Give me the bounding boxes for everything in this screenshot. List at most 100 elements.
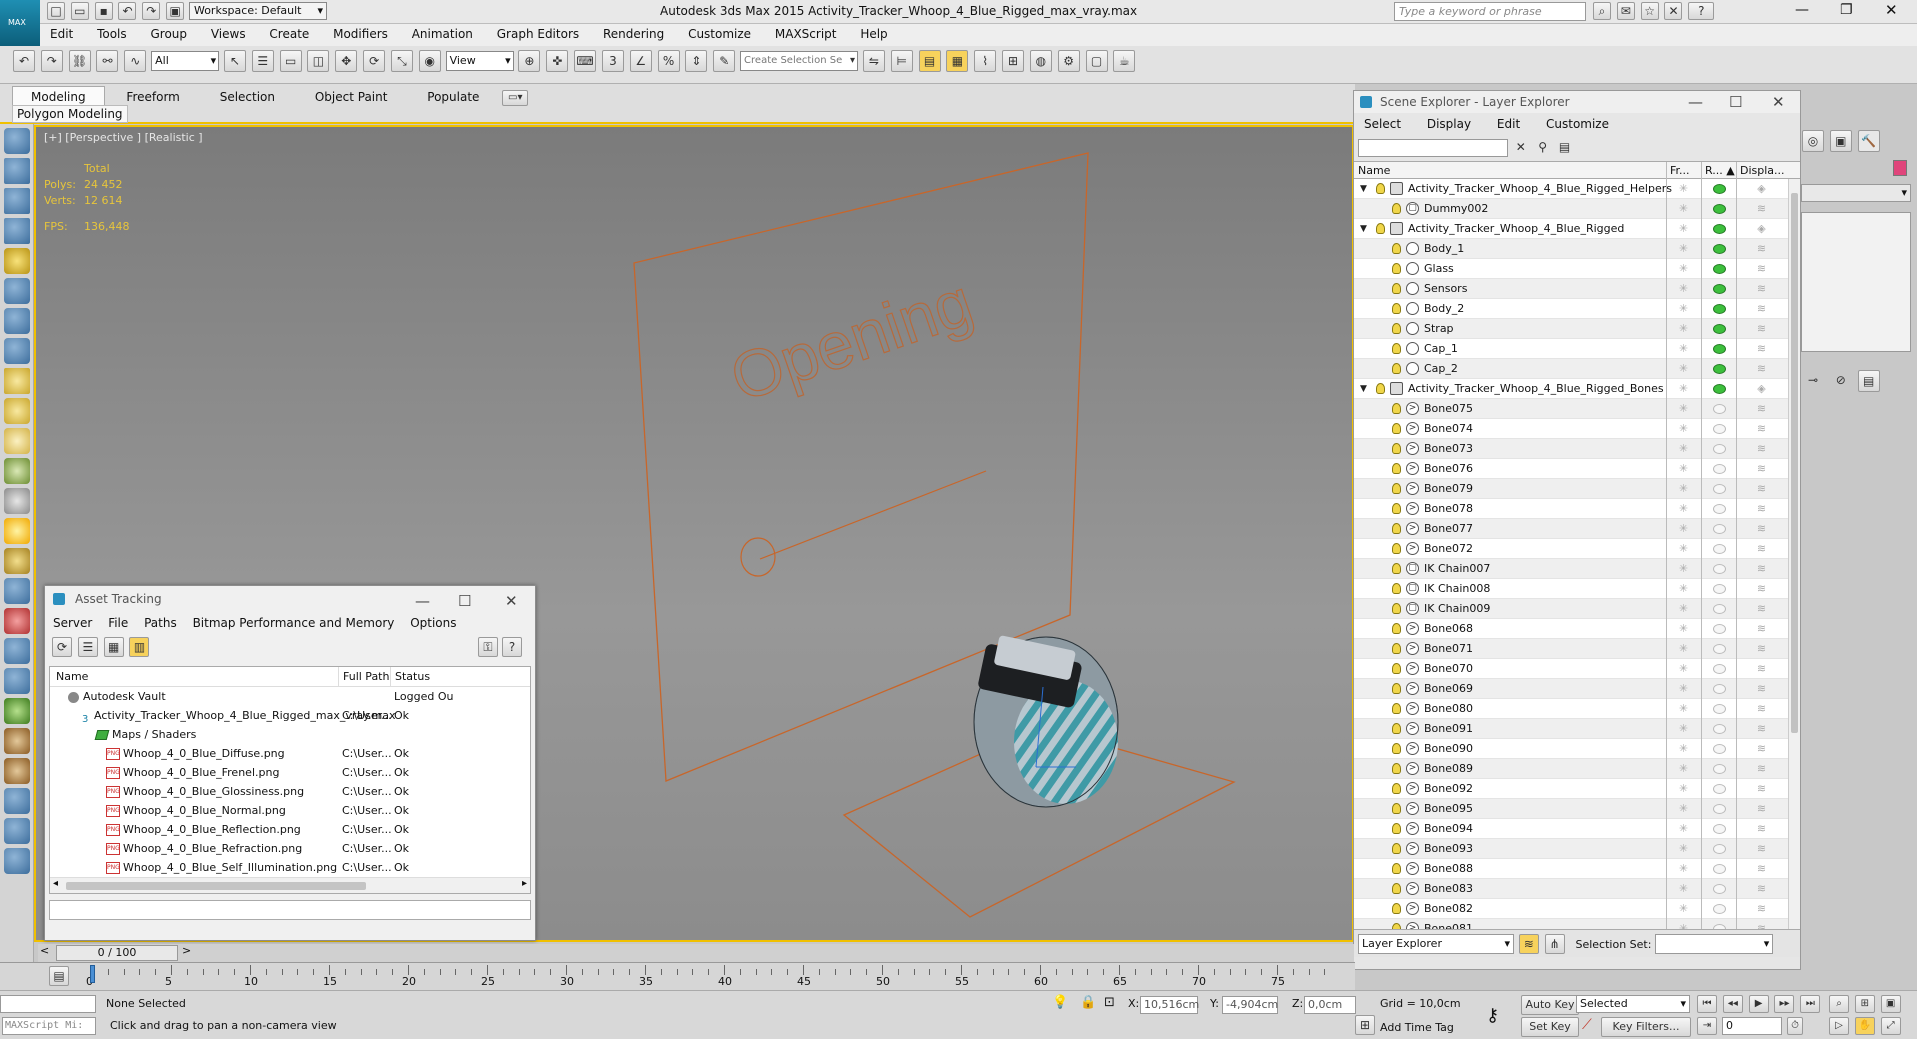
column-name[interactable]: Name bbox=[1358, 162, 1390, 180]
zoom-all-icon[interactable]: ⊞ bbox=[1854, 995, 1875, 1013]
z-coordinate-field[interactable]: 0,0cm bbox=[1304, 996, 1356, 1014]
app-logo[interactable]: MAX bbox=[0, 0, 40, 46]
visibility-bulb-icon[interactable] bbox=[1392, 703, 1401, 714]
display-toggle-icon[interactable]: ◈ bbox=[1736, 179, 1786, 199]
camera-icon[interactable] bbox=[4, 338, 30, 364]
asset-menu-bitmap[interactable]: Bitmap Performance and Memory bbox=[193, 616, 395, 630]
menu-help[interactable]: Help bbox=[850, 24, 897, 44]
pivot-center-icon[interactable]: ⊕ bbox=[518, 50, 541, 72]
ribbon-tab-modeling[interactable]: Modeling bbox=[12, 86, 105, 107]
display-toggle-icon[interactable]: ≋ bbox=[1736, 459, 1786, 479]
minimize-icon[interactable]: — bbox=[1688, 91, 1703, 113]
freeze-toggle-icon[interactable]: ✳ bbox=[1666, 799, 1700, 819]
character-icon[interactable] bbox=[4, 638, 30, 664]
object-row[interactable]: > Bone081 ✳ ≋ bbox=[1354, 919, 1800, 929]
visibility-bulb-icon[interactable] bbox=[1392, 843, 1401, 854]
display-toggle-icon[interactable]: ≋ bbox=[1736, 439, 1786, 459]
asset-tracking-titlebar[interactable]: Asset Tracking — ☐ ✕ bbox=[45, 586, 535, 612]
display-toggle-icon[interactable]: ≋ bbox=[1736, 579, 1786, 599]
freeze-toggle-icon[interactable]: ✳ bbox=[1666, 739, 1700, 759]
asset-row[interactable]: PNG Whoop_4_0_Blue_Refraction.png C:\User.… bbox=[50, 839, 530, 858]
layer-row[interactable]: ▼ Activity_Tracker_Whoop_4_Blue_Rigged ✳ ◈ bbox=[1354, 219, 1800, 239]
scene-explorer-titlebar[interactable]: Scene Explorer - Layer Explorer — ☐ ✕ bbox=[1354, 91, 1800, 113]
help-search-input[interactable]: Type a keyword or phrase bbox=[1394, 2, 1586, 21]
display-toggle-icon[interactable]: ◈ bbox=[1736, 379, 1786, 399]
asset-row[interactable]: 3 Activity_Tracker_Whoop_4_Blue_Rigged_ma… bbox=[50, 706, 530, 725]
object-row[interactable]: > Bone074 ✳ ≋ bbox=[1354, 419, 1800, 439]
object-row[interactable]: > Bone089 ✳ ≋ bbox=[1354, 759, 1800, 779]
asset-menu-paths[interactable]: Paths bbox=[144, 616, 177, 630]
object-row[interactable]: > Bone093 ✳ ≋ bbox=[1354, 839, 1800, 859]
visibility-bulb-icon[interactable] bbox=[1392, 263, 1401, 274]
layer-row[interactable]: ▼ Activity_Tracker_Whoop_4_Blue_Rigged_He… bbox=[1354, 179, 1800, 199]
renderable-toggle[interactable] bbox=[1701, 639, 1735, 659]
plane-icon[interactable] bbox=[4, 368, 30, 394]
visibility-bulb-icon[interactable] bbox=[1392, 783, 1401, 794]
current-frame-marker[interactable] bbox=[90, 965, 95, 983]
display-toggle-icon[interactable]: ≋ bbox=[1736, 539, 1786, 559]
display-toggle-icon[interactable]: ≋ bbox=[1736, 339, 1786, 359]
menu-customize[interactable]: Customize bbox=[678, 24, 761, 44]
display-toggle-icon[interactable]: ≋ bbox=[1736, 399, 1786, 419]
menu-edit[interactable]: Edit bbox=[40, 24, 83, 44]
renderable-toggle[interactable] bbox=[1701, 279, 1735, 299]
track-bar[interactable]: ▤ 051015202530354045505560657075 bbox=[0, 962, 1355, 990]
renderable-toggle[interactable] bbox=[1701, 899, 1735, 919]
display-toggle-icon[interactable]: ≋ bbox=[1736, 419, 1786, 439]
foliage-icon[interactable] bbox=[4, 698, 30, 724]
object-row[interactable]: ▢ Dummy002 ✳ ≋ bbox=[1354, 199, 1800, 219]
favorites-star-icon[interactable]: ☆ bbox=[1640, 2, 1659, 20]
object-row[interactable]: > Bone068 ✳ ≋ bbox=[1354, 619, 1800, 639]
freeze-toggle-icon[interactable]: ✳ bbox=[1666, 319, 1700, 339]
close-window-icon[interactable]: ✕ bbox=[1885, 1, 1898, 19]
render-icon[interactable] bbox=[4, 758, 30, 784]
renderable-toggle[interactable] bbox=[1701, 459, 1735, 479]
time-slider-prev[interactable]: < bbox=[40, 944, 49, 957]
percent-snap-icon[interactable]: % bbox=[657, 50, 680, 72]
display-toggle-icon[interactable]: ≋ bbox=[1736, 919, 1786, 929]
visibility-bulb-icon[interactable] bbox=[1392, 863, 1401, 874]
freeze-toggle-icon[interactable]: ✳ bbox=[1666, 179, 1700, 199]
display-toggle-icon[interactable]: ≋ bbox=[1736, 639, 1786, 659]
freeze-toggle-icon[interactable]: ✳ bbox=[1666, 619, 1700, 639]
ribbon-options-icon[interactable]: ▭▾ bbox=[502, 89, 529, 106]
visibility-bulb-icon[interactable] bbox=[1392, 663, 1401, 674]
visibility-bulb-icon[interactable] bbox=[1392, 763, 1401, 774]
freeze-toggle-icon[interactable]: ✳ bbox=[1666, 879, 1700, 899]
freeze-toggle-icon[interactable]: ✳ bbox=[1666, 539, 1700, 559]
asset-menu-server[interactable]: Server bbox=[53, 616, 92, 630]
display-toggle-icon[interactable]: ≋ bbox=[1736, 779, 1786, 799]
window-crossing-icon[interactable]: ◫ bbox=[307, 50, 330, 72]
visibility-bulb-icon[interactable] bbox=[1392, 463, 1401, 474]
display-toggle-icon[interactable]: ≋ bbox=[1736, 319, 1786, 339]
display-toggle-icon[interactable]: ≋ bbox=[1736, 759, 1786, 779]
object-row[interactable]: > Bone088 ✳ ≋ bbox=[1354, 859, 1800, 879]
renderable-toggle[interactable] bbox=[1701, 779, 1735, 799]
renderable-toggle[interactable] bbox=[1701, 739, 1735, 759]
time-configuration-icon[interactable]: ⏱ bbox=[1787, 1017, 1803, 1035]
thumbnail-view-icon[interactable]: ▦ bbox=[103, 637, 124, 657]
create-teapot-icon[interactable] bbox=[4, 128, 30, 154]
renderable-toggle[interactable] bbox=[1701, 799, 1735, 819]
rectangular-selection-icon[interactable]: ▭ bbox=[279, 50, 302, 72]
object-row[interactable]: Cap_1 ✳ ≋ bbox=[1354, 339, 1800, 359]
next-frame-icon[interactable]: ▸▸ bbox=[1774, 995, 1795, 1013]
layer-sort-icon[interactable]: ▤ bbox=[1556, 140, 1572, 156]
gear-icon[interactable] bbox=[4, 668, 30, 694]
visibility-bulb-icon[interactable] bbox=[1392, 543, 1401, 554]
renderable-toggle[interactable] bbox=[1701, 479, 1735, 499]
display-toggle-icon[interactable]: ≋ bbox=[1736, 259, 1786, 279]
freeze-toggle-icon[interactable]: ✳ bbox=[1666, 919, 1700, 929]
helper-icon[interactable] bbox=[4, 278, 30, 304]
visibility-bulb-icon[interactable] bbox=[1392, 883, 1401, 894]
renderable-toggle[interactable] bbox=[1701, 819, 1735, 839]
freeze-toggle-icon[interactable]: ✳ bbox=[1666, 779, 1700, 799]
freeze-toggle-icon[interactable]: ✳ bbox=[1666, 459, 1700, 479]
sphere-icon[interactable] bbox=[4, 428, 30, 454]
freeze-toggle-icon[interactable]: ✳ bbox=[1666, 859, 1700, 879]
target-icon[interactable] bbox=[4, 548, 30, 574]
modifier-list-dropdown[interactable]: ▾ bbox=[1801, 184, 1911, 202]
asset-menu-options[interactable]: Options bbox=[410, 616, 456, 630]
object-row[interactable]: ▢ IK Chain008 ✳ ≋ bbox=[1354, 579, 1800, 599]
object-row[interactable]: > Bone083 ✳ ≋ bbox=[1354, 879, 1800, 899]
